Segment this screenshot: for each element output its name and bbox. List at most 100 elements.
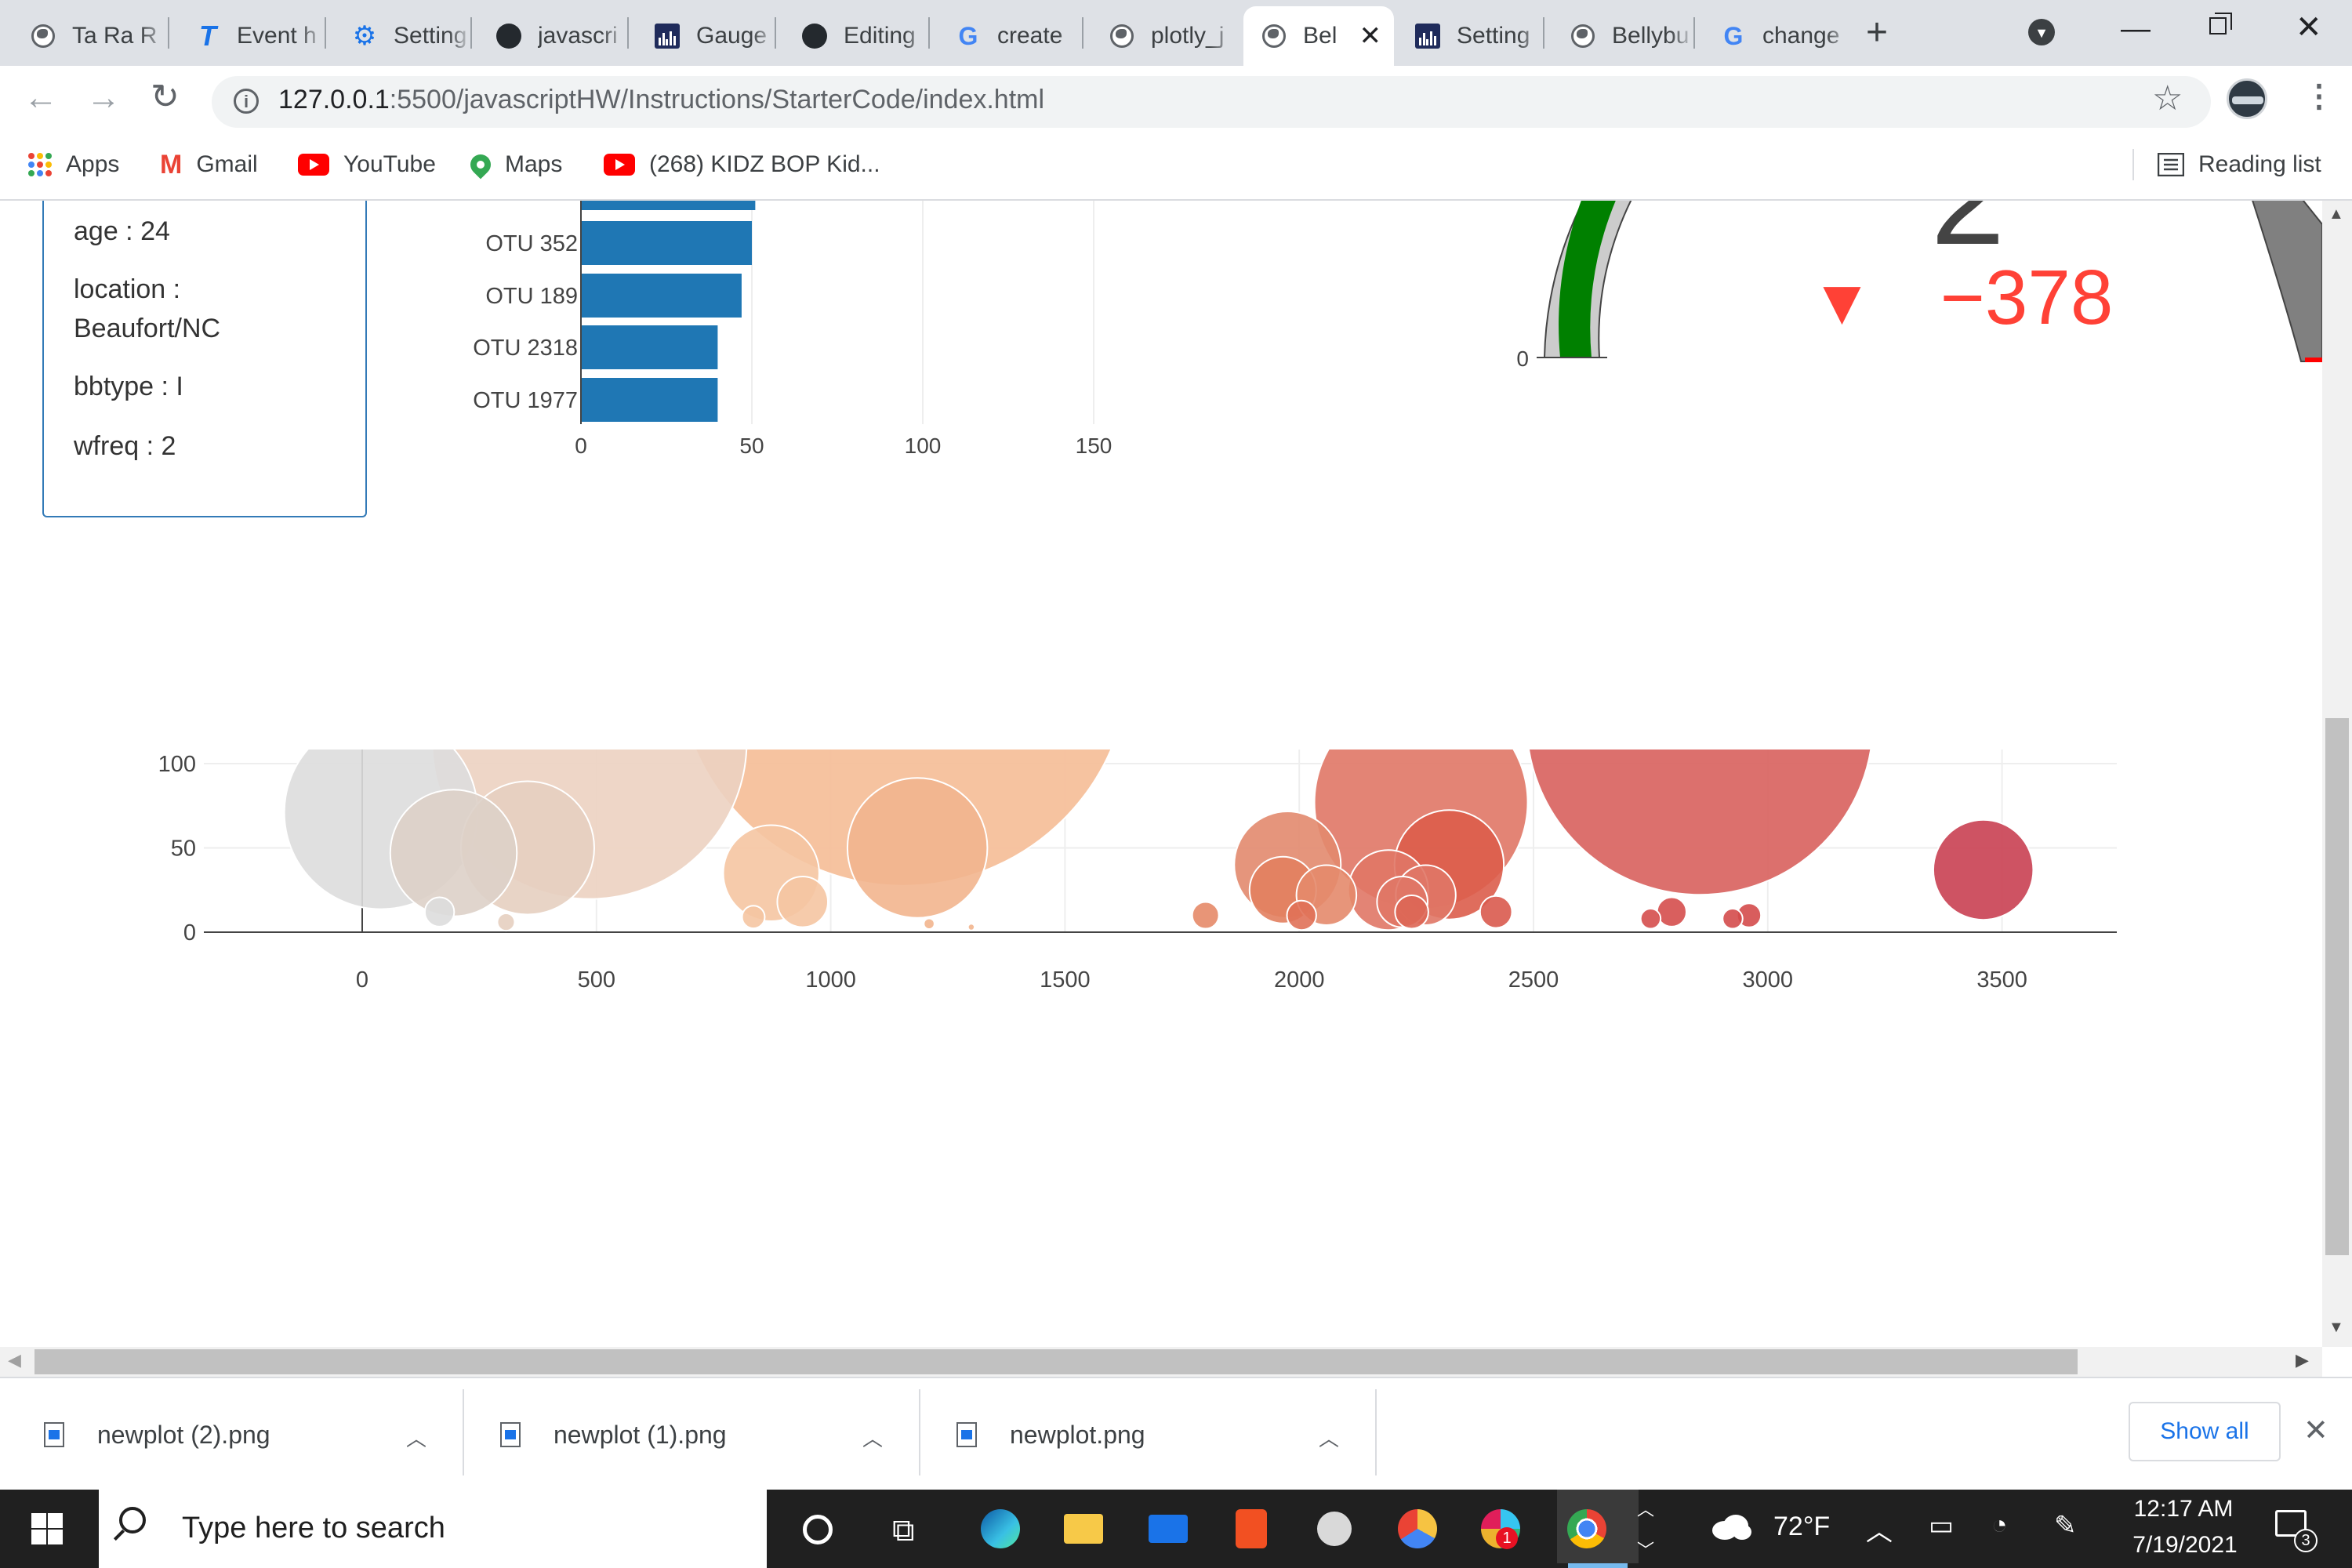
chrome-canary-icon[interactable] <box>1396 1507 1439 1551</box>
bubble-y-tick-label: 50 <box>171 837 196 862</box>
browser-tab[interactable]: ⚙ Setting <box>334 6 472 66</box>
bookmark-maps[interactable]: Maps <box>466 149 563 180</box>
download-divider <box>919 1389 920 1475</box>
menu-kebab-icon[interactable]: ⋮ <box>2303 78 2335 114</box>
forward-icon[interactable]: → <box>86 78 121 118</box>
bookmark-kidzbop[interactable]: (268) KIDZ BOP Kid... <box>604 149 880 180</box>
battery-icon[interactable]: ▭ <box>1929 1510 1954 1541</box>
bar-mark <box>581 325 718 369</box>
restore-icon[interactable] <box>2209 13 2232 34</box>
url-text[interactable]: 127.0.0.1:5500/javascriptHW/Instructions… <box>278 85 1044 115</box>
download-item[interactable]: newplot (2).png <box>44 1388 270 1482</box>
tab-search-icon[interactable]: ▼ <box>2028 19 2055 45</box>
bubble-point <box>1528 750 1872 896</box>
browser-tab[interactable]: Gchange <box>1703 6 1852 66</box>
scroll-right-arrow-icon[interactable]: ▶ <box>2296 1350 2309 1370</box>
tab-title: Bel <box>1303 23 1338 49</box>
youtube-icon <box>604 154 635 176</box>
tab-title: Setting <box>1457 23 1530 49</box>
task-view-icon[interactable]: ⧉ <box>892 1513 915 1548</box>
bubble-point <box>1639 908 1662 930</box>
edge-icon[interactable] <box>978 1507 1022 1551</box>
tab-separator <box>775 17 776 49</box>
browser-tab[interactable]: Ta Ra R <box>13 6 169 66</box>
image-file-icon <box>500 1422 521 1447</box>
bookmark-star-icon[interactable]: ☆ <box>2152 78 2183 118</box>
bubble-point <box>776 876 829 928</box>
gauge-delta-symbol: ▼ <box>1810 267 1874 338</box>
bubble-point <box>1191 901 1220 930</box>
chevron-up-icon[interactable]: ︿ <box>862 1423 883 1452</box>
bookmark-gmail[interactable]: M Gmail <box>160 149 258 180</box>
browser-tab[interactable]: Bel ✕ <box>1243 6 1394 66</box>
pen-icon[interactable]: ✎ <box>2054 1510 2077 1541</box>
wifi-icon[interactable]: ◔ <box>1991 1510 2008 1541</box>
bookmark-youtube[interactable]: YouTube <box>298 149 436 180</box>
mail-icon[interactable] <box>1146 1507 1190 1551</box>
browser-tab[interactable]: plotly_j <box>1091 6 1236 66</box>
reading-list-button[interactable]: Reading list <box>2158 149 2321 180</box>
bubble-point <box>1656 896 1687 927</box>
bubble-point <box>967 923 976 931</box>
browser-tab[interactable]: Editing <box>784 6 930 66</box>
bookmark-apps[interactable]: Apps <box>28 149 119 180</box>
tab-title: plotly_j <box>1151 23 1225 49</box>
event-t-icon: T <box>199 20 216 52</box>
scroll-left-arrow-icon[interactable]: ◀ <box>8 1350 21 1370</box>
office-icon[interactable] <box>1229 1507 1273 1551</box>
show-all-downloads-button[interactable]: Show all <box>2129 1402 2281 1461</box>
chrome-icon[interactable] <box>1565 1507 1609 1551</box>
bar-category-label: OTU 189 <box>485 284 578 309</box>
close-shelf-icon[interactable]: ✕ <box>2303 1413 2328 1448</box>
minimize-icon[interactable]: — <box>2121 13 2151 46</box>
bubble-x-tick-label: 500 <box>578 967 615 993</box>
tab-separator <box>1693 17 1695 49</box>
profile-avatar[interactable] <box>2227 78 2267 119</box>
reload-icon[interactable]: ↻ <box>151 77 180 117</box>
file-explorer-icon[interactable] <box>1062 1507 1105 1551</box>
tab-title: javascri <box>538 23 618 49</box>
back-icon[interactable]: ← <box>24 78 58 118</box>
cortana-icon[interactable] <box>803 1515 833 1544</box>
bubble-x-tick-label: 2000 <box>1274 967 1325 993</box>
globe-icon <box>1570 23 1596 49</box>
search-icon <box>119 1507 146 1534</box>
download-item[interactable]: newplot (1).png <box>500 1388 727 1482</box>
vertical-scrollbar-thumb[interactable] <box>2325 718 2349 1255</box>
new-tab-button[interactable]: + <box>1866 11 1888 54</box>
browser-tab[interactable]: Setting <box>1397 6 1544 66</box>
snip-tool-icon[interactable] <box>1312 1507 1356 1551</box>
site-info-icon[interactable]: i <box>234 89 259 114</box>
download-item[interactable]: newplot.png <box>956 1388 1145 1482</box>
scroll-up-arrow-icon[interactable]: ▲ <box>2328 205 2344 223</box>
tab-close-icon[interactable]: ✕ <box>1359 20 1382 52</box>
bubble-x-tick-label: 2500 <box>1508 967 1559 993</box>
browser-tab[interactable]: javascri <box>478 6 629 66</box>
browser-tab[interactable]: Gauge <box>637 6 776 66</box>
browser-tab[interactable]: Gcreate <box>938 6 1083 66</box>
window-close-icon[interactable]: ✕ <box>2296 9 2322 45</box>
windows-start-icon[interactable] <box>31 1513 63 1544</box>
download-filename: newplot (2).png <box>97 1420 270 1449</box>
bookmark-label: YouTube <box>343 151 436 177</box>
clock-date[interactable]: 7/19/2021 <box>2126 1532 2244 1559</box>
bubble-point <box>923 917 935 931</box>
browser-tab[interactable]: Bellybu <box>1552 6 1695 66</box>
weather-cloud-icon[interactable] <box>1709 1513 1753 1541</box>
chevron-up-icon[interactable]: ︿ <box>1319 1423 1339 1452</box>
bar-x-tick-label: 0 <box>575 434 587 458</box>
gauge-right-band <box>2252 201 2322 362</box>
horizontal-scrollbar-thumb[interactable] <box>34 1349 2078 1374</box>
gauge-delta: −378 <box>1940 254 2114 340</box>
weather-temperature[interactable]: 72°F <box>1773 1512 1830 1542</box>
tab-title: Gauge <box>696 23 768 49</box>
chevron-up-icon[interactable]: ︿ <box>406 1423 426 1452</box>
bookmark-label: Maps <box>505 151 563 177</box>
clock-time[interactable]: 12:17 AM <box>2132 1496 2234 1523</box>
show-hidden-icons-chevron-icon[interactable]: ︿ <box>1866 1510 1893 1548</box>
taskbar-scroll-up-icon[interactable]: ︿ <box>1637 1496 1654 1521</box>
tab-separator <box>627 17 629 49</box>
scroll-down-arrow-icon[interactable]: ▼ <box>2328 1319 2344 1337</box>
taskbar-scroll-down-icon[interactable]: ﹀ <box>1637 1537 1654 1562</box>
browser-tab[interactable]: T Event h <box>177 6 326 66</box>
